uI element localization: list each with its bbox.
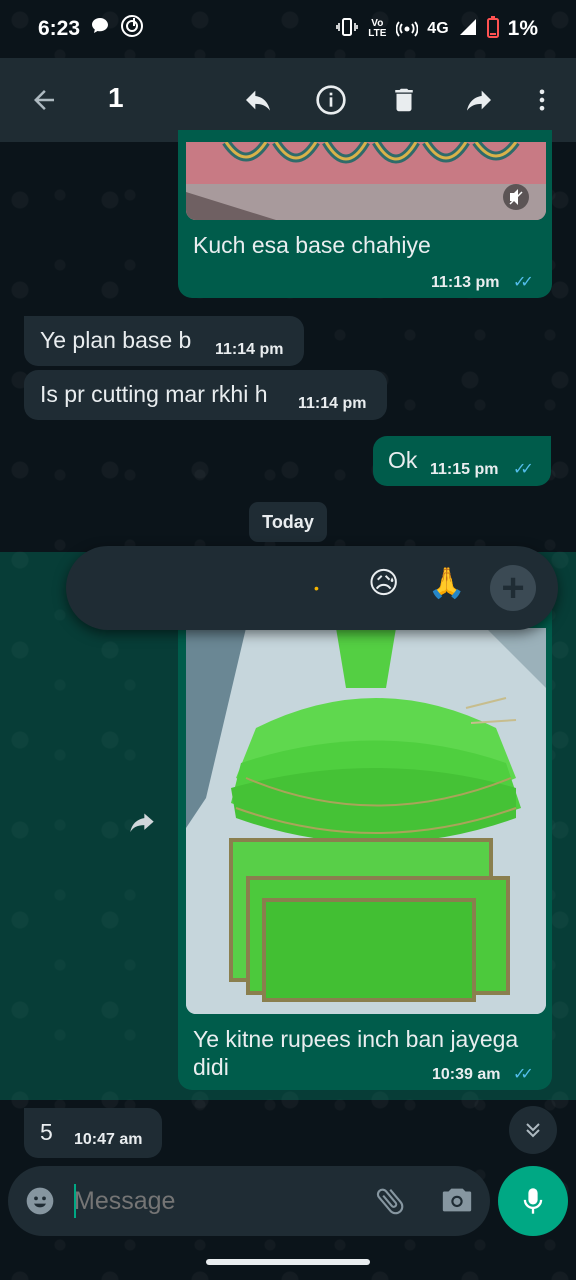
reaction-picker: • 😥 🙏 + [66,546,558,630]
more-vert-icon [539,89,545,111]
message-text: 5 [40,1119,53,1145]
more-reactions-button[interactable]: + [490,565,536,611]
message-text: Is pr cutting mar rkhi h [40,381,268,407]
delete-icon [395,88,413,112]
message-time: 11:14 pm [298,395,367,412]
emoji-icon [26,1187,54,1215]
camera-button[interactable] [440,1184,474,1221]
message-text-line-1: Ye kitne rupees inch ban jayega [193,1026,519,1052]
forward-icon [467,90,491,111]
message-composer [8,1166,490,1236]
message-text-line-2: didi [193,1054,229,1080]
message-time: 11:15 pm [430,461,499,478]
reaction-emoji[interactable]: • [314,580,319,596]
message-text: Kuch esa base chahiye [193,232,431,258]
more-options-button[interactable] [520,78,564,122]
delete-button[interactable] [382,78,426,122]
chat-notification-icon [90,16,110,42]
message-text: Ye plan base b [40,327,192,353]
status-bar: 6:23 Vo LTE 4G 1% [0,0,576,58]
message-image[interactable] [186,142,546,220]
attach-button[interactable] [373,1184,407,1223]
message-time: 11:14 pm [215,341,284,358]
message-image[interactable] [186,628,546,1014]
read-ticks-icon: ✓✓ [513,1066,534,1083]
back-arrow-icon [34,90,54,110]
message-text: Ok [388,447,418,473]
reply-button[interactable] [236,78,280,122]
craft-photo [186,142,546,220]
back-button[interactable] [22,78,66,122]
battery-percent: 1% [507,17,538,40]
status-time: 6:23 [38,17,81,40]
reaction-emoji[interactable]: 🙏 [428,566,465,601]
info-icon [316,85,346,115]
plus-icon: + [501,566,525,610]
double-chevron-down-icon [526,1123,540,1138]
network-type: 4G [427,20,449,37]
share-forward-icon [130,813,154,833]
craft-photo [186,628,546,1014]
forward-button[interactable] [457,78,501,122]
voice-record-button[interactable] [498,1166,568,1236]
message-input[interactable] [74,1180,354,1222]
vibrate-icon [336,17,359,42]
music-notification-icon [120,14,144,44]
emoji-button[interactable] [24,1185,56,1222]
selected-count: 1 [108,82,124,113]
message-time: 10:39 am [432,1066,501,1083]
volte-label: Vo LTE [368,18,387,39]
forward-shortcut-button[interactable] [128,812,156,841]
info-button[interactable] [309,78,353,122]
message-time: 11:13 pm [431,274,500,291]
battery-icon [486,15,499,43]
camera-icon [442,1188,472,1212]
scroll-to-bottom-button[interactable] [509,1106,557,1154]
reply-icon [246,90,270,111]
signal-icon [458,17,478,42]
day-separator: Today [249,502,327,542]
message-time: 10:47 am [74,1131,143,1148]
hotspot-icon [395,16,419,43]
read-ticks-icon: ✓✓ [513,274,534,291]
reaction-emoji[interactable]: 😥 [368,566,399,601]
paperclip-icon [376,1188,404,1215]
microphone-icon [523,1188,543,1214]
gesture-home-bar[interactable] [206,1259,370,1265]
read-ticks-icon: ✓✓ [513,461,534,478]
